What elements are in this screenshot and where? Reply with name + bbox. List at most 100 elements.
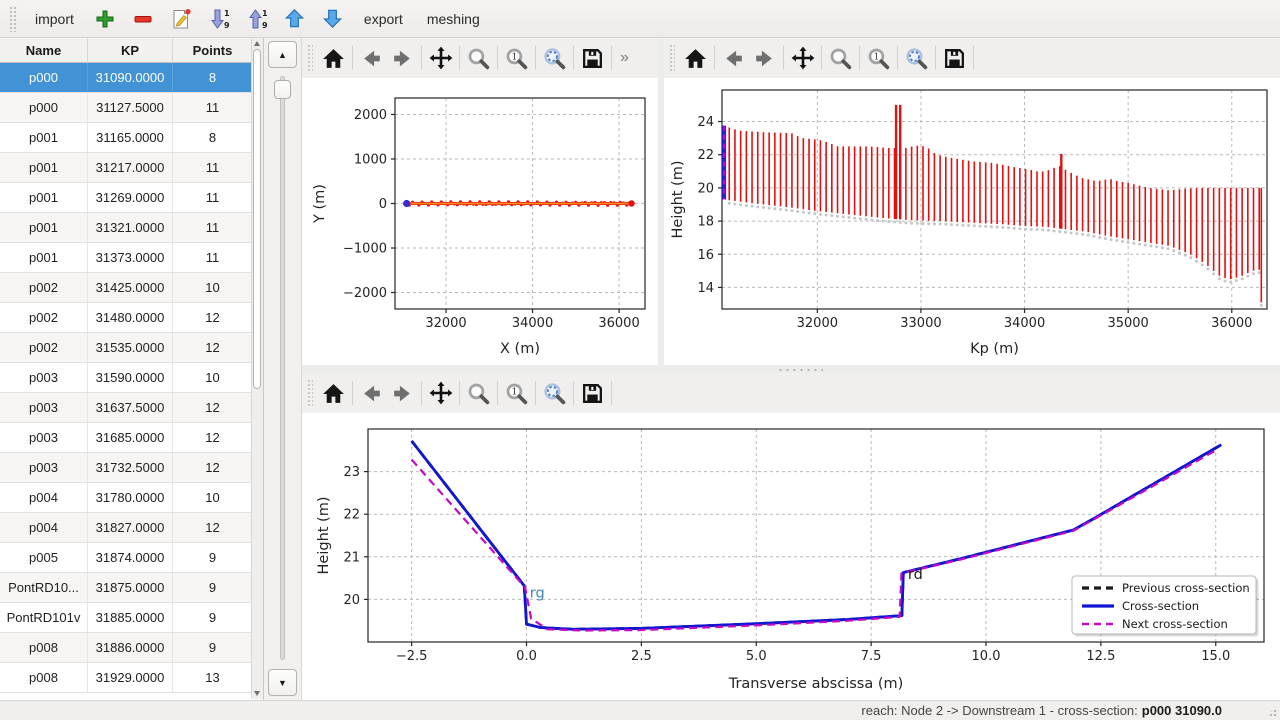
zoom-button[interactable]	[463, 43, 494, 73]
scrollbar-up-icon[interactable]	[254, 41, 260, 46]
back-button[interactable]	[356, 378, 387, 408]
pan-button[interactable]	[787, 43, 818, 73]
table-row[interactable]: p00331637.500012	[0, 393, 263, 423]
svg-text:−1000: −1000	[343, 242, 387, 257]
move-down-button[interactable]	[314, 3, 352, 35]
home-button[interactable]	[318, 43, 349, 73]
zoom-fit-button[interactable]	[539, 43, 570, 73]
forward-arrow-icon	[752, 46, 777, 71]
forward-arrow-icon	[390, 381, 415, 406]
edit-cross-section-button[interactable]	[162, 3, 200, 35]
table-row[interactable]: p00231425.000010	[0, 273, 263, 303]
cell-points: 11	[173, 213, 253, 242]
cell-points: 9	[173, 573, 253, 602]
toolbar-overflow-icon[interactable]: »	[620, 49, 629, 67]
plot-toolbar-drag-handle[interactable]	[307, 379, 313, 407]
table-scrollbar-thumb[interactable]	[253, 49, 261, 389]
cell-name: p003	[0, 423, 88, 452]
zoom-selection-button[interactable]: 1	[501, 43, 532, 73]
table-row[interactable]: p00331685.000012	[0, 423, 263, 453]
table-row[interactable]: p00331732.500012	[0, 453, 263, 483]
table-row[interactable]: p00131165.00008	[0, 123, 263, 153]
plus-icon	[93, 7, 117, 31]
plots-area: 1 » 320003400036000200010000−1000−2000X …	[302, 38, 1280, 700]
import-button[interactable]: import	[23, 5, 86, 33]
meshing-button[interactable]: meshing	[415, 5, 492, 33]
slider-thumb[interactable]	[274, 80, 291, 99]
table-row[interactable]: p00131217.000011	[0, 153, 263, 183]
save-figure-button[interactable]	[577, 378, 608, 408]
slider-down-button[interactable]: ▼	[268, 669, 297, 696]
table-row[interactable]: p00831929.000013	[0, 663, 263, 693]
cell-name: p001	[0, 213, 88, 242]
save-figure-button[interactable]	[577, 43, 608, 73]
table-row[interactable]: p00231480.000012	[0, 303, 263, 333]
svg-text:32000: 32000	[425, 316, 466, 331]
toolbar-separator	[497, 381, 498, 405]
plot-toolbar-drag-handle[interactable]	[307, 44, 313, 72]
table-row[interactable]: p00131373.000011	[0, 243, 263, 273]
move-up-button[interactable]	[276, 3, 314, 35]
cell-name: p008	[0, 663, 88, 692]
table-row[interactable]: p00031090.00008	[0, 63, 263, 93]
back-button[interactable]	[718, 43, 749, 73]
table-row[interactable]: p00431780.000010	[0, 483, 263, 513]
home-button[interactable]	[318, 378, 349, 408]
cell-points: 8	[173, 123, 253, 152]
cross-section-plot[interactable]: −2.50.02.55.07.510.012.515.020212223Tran…	[302, 413, 1280, 700]
column-header-points[interactable]: Points	[173, 38, 253, 62]
table-row[interactable]: PontRD10...31875.00009	[0, 573, 263, 603]
zoom-selection-button[interactable]: 1	[863, 43, 894, 73]
zoom-fit-button[interactable]	[539, 378, 570, 408]
slider-track[interactable]	[280, 76, 285, 660]
export-button[interactable]: export	[352, 5, 415, 33]
home-button[interactable]	[680, 43, 711, 73]
zoom-button[interactable]	[825, 43, 856, 73]
zoom-selection-button[interactable]: 1	[501, 378, 532, 408]
profile-plot-toolbar: 1	[664, 38, 1280, 78]
save-figure-button[interactable]	[939, 43, 970, 73]
trace-plot[interactable]: 320003400036000200010000−1000−2000X (m)Y…	[302, 78, 658, 365]
table-row[interactable]: p00331590.000010	[0, 363, 263, 393]
forward-button[interactable]	[387, 43, 418, 73]
forward-button[interactable]	[387, 378, 418, 408]
table-row[interactable]: p00131269.000011	[0, 183, 263, 213]
add-cross-section-button[interactable]	[86, 3, 124, 35]
profile-plot[interactable]: 3200033000340003500036000141618202224Kp …	[664, 78, 1280, 365]
zoom-fit-button[interactable]	[901, 43, 932, 73]
resize-grip-icon[interactable]	[1265, 705, 1278, 718]
svg-text:1: 1	[874, 52, 880, 62]
table-row[interactable]: p00031127.500011	[0, 93, 263, 123]
table-row[interactable]: p00131321.000011	[0, 213, 263, 243]
svg-text:Height (m): Height (m)	[670, 161, 686, 239]
pan-button[interactable]	[425, 43, 456, 73]
zoom-button[interactable]	[463, 378, 494, 408]
forward-button[interactable]	[749, 43, 780, 73]
table-row[interactable]: p00431827.000012	[0, 513, 263, 543]
sort-descending-button[interactable]: 1 9	[200, 3, 238, 35]
toolbar-drag-handle[interactable]	[9, 6, 18, 32]
status-bar: reach: Node 2 -> Downstream 1 - cross-se…	[0, 700, 1280, 720]
pan-button[interactable]	[425, 378, 456, 408]
cell-points: 12	[173, 513, 253, 542]
column-header-name[interactable]: Name	[0, 38, 88, 62]
back-button[interactable]	[356, 43, 387, 73]
svg-text:36000: 36000	[598, 316, 639, 331]
svg-text:9: 9	[262, 21, 268, 30]
cell-points: 12	[173, 453, 253, 482]
table-row[interactable]: p00231535.000012	[0, 333, 263, 363]
remove-cross-section-button[interactable]	[124, 3, 162, 35]
scrollbar-down-icon[interactable]	[254, 691, 260, 696]
sort-ascending-button[interactable]: 1 9	[238, 3, 276, 35]
table-row[interactable]: PontRD101v31885.00009	[0, 603, 263, 633]
table-row[interactable]: p00831886.00009	[0, 633, 263, 663]
annotation-rd: rd	[908, 567, 923, 583]
toolbar-separator	[859, 46, 860, 70]
column-header-kp[interactable]: KP	[88, 38, 173, 62]
plot-toolbar-drag-handle[interactable]	[669, 44, 675, 72]
horizontal-splitter[interactable]	[302, 365, 1280, 373]
slider-up-button[interactable]: ▲	[268, 41, 297, 68]
table-row[interactable]: p00531874.00009	[0, 543, 263, 573]
table-scrollbar[interactable]	[251, 38, 263, 699]
svg-text:9: 9	[224, 21, 230, 30]
